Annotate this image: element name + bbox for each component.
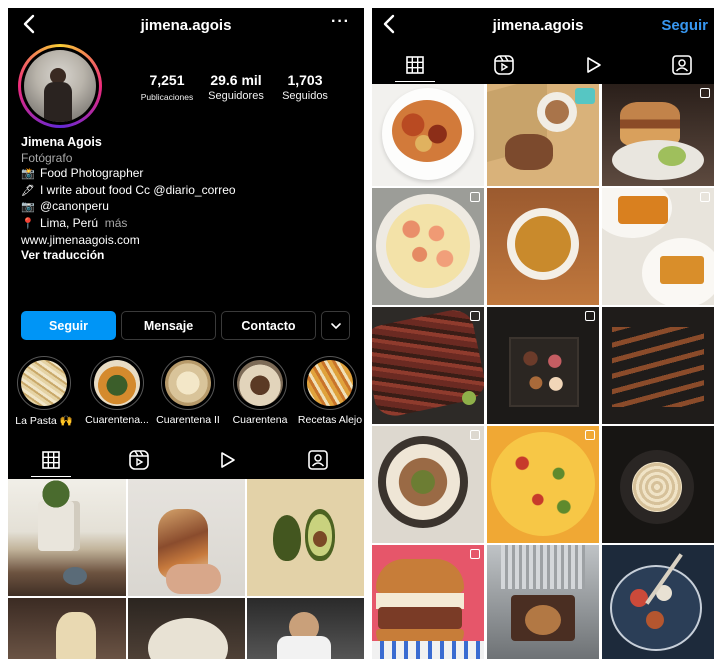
category-label: Fotógrafo xyxy=(21,150,73,165)
pin-emoji-icon: 📍 xyxy=(21,217,35,230)
post-thumbnail[interactable] xyxy=(128,598,245,659)
contact-button[interactable]: Contacto xyxy=(221,311,316,340)
following-label: Seguidos xyxy=(282,90,328,102)
posts-grid xyxy=(372,84,714,659)
posts-label: Publicaciones xyxy=(140,92,194,102)
tab-reels[interactable] xyxy=(119,445,159,475)
post-thumbnail[interactable] xyxy=(487,84,599,186)
more-link[interactable]: más xyxy=(105,216,128,230)
post-thumbnail[interactable] xyxy=(372,545,484,659)
followers-count: 29.6 mil xyxy=(210,72,262,88)
posts-count: 7,251 xyxy=(149,72,185,88)
message-button[interactable]: Mensaje xyxy=(121,311,216,340)
tab-posts-grid[interactable] xyxy=(31,445,71,477)
camera-emoji-icon: 📷 xyxy=(21,201,35,214)
follow-button[interactable]: Seguir xyxy=(21,311,116,340)
bio-line: 📸 Food Photographer xyxy=(21,166,236,183)
post-thumbnail[interactable] xyxy=(487,188,599,305)
reels-icon xyxy=(129,450,149,470)
see-translation-link[interactable]: Ver traducción xyxy=(21,248,236,264)
bio-line: 🖋 I write about food Cc @diario_correo xyxy=(21,183,236,200)
post-thumbnail[interactable] xyxy=(247,479,364,596)
follow-button[interactable]: Seguir xyxy=(661,17,708,34)
top-bar: jimena.agois Seguir xyxy=(372,8,714,44)
reels-icon xyxy=(494,55,514,75)
story-highlight[interactable]: Cuarentena xyxy=(233,356,287,426)
tab-videos[interactable] xyxy=(207,445,247,475)
camera-flash-emoji-icon: 📸 xyxy=(21,168,35,181)
story-highlight[interactable]: La Pasta 🙌 xyxy=(15,356,73,427)
story-highlight[interactable]: Cuarentena... xyxy=(85,356,149,426)
story-highlight[interactable]: Recetas Alejo xyxy=(298,356,362,426)
pen-emoji-icon: 🖋 xyxy=(21,184,35,197)
post-thumbnail[interactable] xyxy=(8,479,126,596)
post-thumbnail[interactable] xyxy=(602,84,714,186)
profile-tabs xyxy=(372,50,714,82)
followers-label: Seguidores xyxy=(208,90,264,102)
post-thumbnail[interactable] xyxy=(602,307,714,424)
profile-bio: Jimena Agois Fotógrafo 📸 Food Photographe… xyxy=(21,135,236,264)
profile-screen-left: jimena.agois ··· 7,251 Publicaciones 29.… xyxy=(8,8,364,659)
profile-screen-right: jimena.agois Seguir xyxy=(372,8,714,659)
play-icon xyxy=(221,452,235,468)
post-thumbnail[interactable] xyxy=(487,545,599,659)
post-thumbnail[interactable] xyxy=(487,426,599,543)
post-thumbnail[interactable] xyxy=(602,545,714,659)
profile-username: jimena.agois xyxy=(140,17,232,34)
tab-tagged[interactable] xyxy=(662,50,702,80)
post-thumbnail[interactable] xyxy=(372,84,484,186)
post-thumbnail[interactable] xyxy=(602,426,714,543)
post-thumbnail[interactable] xyxy=(8,598,126,659)
post-thumbnail[interactable] xyxy=(128,479,245,596)
chevron-down-icon xyxy=(330,322,341,329)
top-bar: jimena.agois ··· xyxy=(8,8,364,44)
profile-tabs xyxy=(8,445,364,477)
stat-following[interactable]: 1,703 Seguidos xyxy=(265,72,345,102)
posts-grid xyxy=(8,479,364,659)
post-thumbnail[interactable] xyxy=(372,426,484,543)
following-count: 1,703 xyxy=(287,72,323,88)
story-highlight[interactable]: Cuarentena II xyxy=(156,356,220,426)
more-options-icon[interactable]: ··· xyxy=(331,13,350,31)
tagged-user-icon xyxy=(308,450,328,470)
post-thumbnail[interactable] xyxy=(602,188,714,305)
stat-posts[interactable]: 7,251 Publicaciones xyxy=(127,72,207,102)
website-link[interactable]: www.jimenaagois.com xyxy=(21,233,236,249)
post-thumbnail[interactable] xyxy=(372,307,484,424)
play-icon xyxy=(587,57,601,73)
tab-videos[interactable] xyxy=(573,50,613,80)
tagged-user-icon xyxy=(672,55,692,75)
stat-followers[interactable]: 29.6 mil Seguidores xyxy=(196,72,276,102)
display-name: Jimena Agois xyxy=(21,135,102,149)
avatar-photo xyxy=(24,50,96,122)
post-thumbnail[interactable] xyxy=(247,598,364,659)
bio-line: 📷 @canonperu xyxy=(21,199,236,216)
grid-icon xyxy=(406,56,424,74)
profile-avatar[interactable] xyxy=(18,44,102,128)
post-thumbnail[interactable] xyxy=(487,307,599,424)
highlight-label: Recetas Alejo xyxy=(297,414,363,426)
tab-reels[interactable] xyxy=(484,50,524,80)
bio-line: 📍 Lima, Perú más xyxy=(21,216,236,233)
suggested-accounts-button[interactable] xyxy=(321,311,350,340)
tab-posts-grid[interactable] xyxy=(395,50,435,82)
post-thumbnail[interactable] xyxy=(372,188,484,305)
grid-icon xyxy=(42,451,60,469)
tab-tagged[interactable] xyxy=(298,445,338,475)
